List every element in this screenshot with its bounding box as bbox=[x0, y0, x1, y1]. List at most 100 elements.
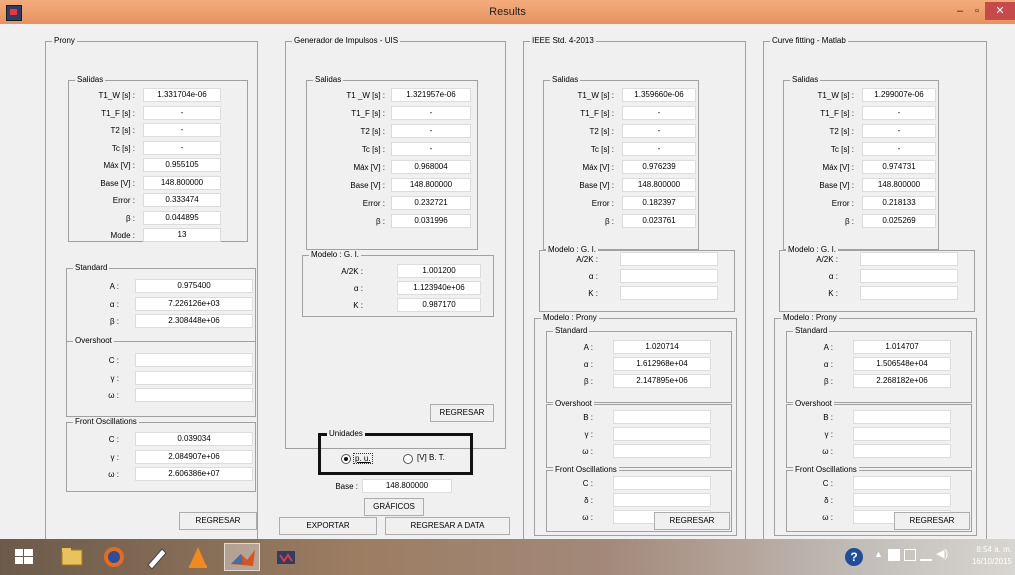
help-icon[interactable]: ? bbox=[836, 543, 872, 571]
app-window-icon[interactable] bbox=[268, 543, 304, 571]
value-field[interactable]: 1.506548e+04 bbox=[853, 357, 951, 371]
value-field[interactable] bbox=[853, 410, 951, 424]
value-field[interactable]: 1.299007e-06 bbox=[862, 88, 936, 102]
value-field[interactable]: - bbox=[622, 106, 696, 120]
value-field[interactable]: 0.031996 bbox=[391, 214, 471, 228]
svg-text:?: ? bbox=[850, 550, 857, 564]
base-field[interactable]: 148.800000 bbox=[362, 479, 452, 493]
close-button[interactable]: ✕ bbox=[985, 2, 1015, 20]
regresar-a-data-button[interactable]: REGRESAR A DATA bbox=[385, 517, 510, 535]
value-field[interactable] bbox=[613, 493, 711, 507]
value-field[interactable]: - bbox=[391, 124, 471, 138]
value-field[interactable] bbox=[853, 493, 951, 507]
value-field[interactable]: 0.974731 bbox=[862, 160, 936, 174]
value-field[interactable] bbox=[135, 388, 253, 402]
value-field[interactable]: 0.955105 bbox=[143, 158, 221, 172]
curve-overshoot-group-title: Overshoot bbox=[793, 399, 834, 409]
value-field[interactable] bbox=[860, 286, 958, 300]
volume-icon[interactable]: ◀) bbox=[936, 547, 950, 561]
network-icon[interactable] bbox=[920, 549, 932, 561]
value-field[interactable]: 148.800000 bbox=[862, 178, 936, 192]
value-field[interactable]: 0.976239 bbox=[622, 160, 696, 174]
value-field[interactable]: - bbox=[143, 105, 221, 120]
value-field[interactable]: 148.800000 bbox=[391, 178, 471, 192]
value-field[interactable]: 2.606386e+07 bbox=[135, 467, 253, 481]
value-field[interactable]: - bbox=[391, 106, 471, 120]
row-label: K : bbox=[353, 301, 363, 310]
value-field[interactable]: 13 bbox=[143, 228, 221, 242]
flag-icon[interactable] bbox=[888, 549, 900, 561]
value-field[interactable] bbox=[860, 269, 958, 283]
value-field[interactable]: 2.268182e+06 bbox=[853, 374, 951, 388]
value-field[interactable] bbox=[613, 476, 711, 490]
start-icon[interactable] bbox=[6, 543, 42, 571]
value-field[interactable] bbox=[620, 286, 718, 300]
minimize-button[interactable]: – bbox=[950, 2, 970, 20]
value-field[interactable] bbox=[620, 269, 718, 283]
value-field[interactable] bbox=[853, 476, 951, 490]
file-explorer-icon[interactable] bbox=[54, 543, 90, 571]
vlc-icon[interactable] bbox=[180, 543, 216, 571]
row-label: C : bbox=[108, 356, 119, 365]
row-label: Máx [V] : bbox=[582, 163, 614, 172]
value-field[interactable] bbox=[853, 427, 951, 441]
value-field[interactable]: 1.123940e+06 bbox=[397, 281, 481, 295]
value-field[interactable]: 0.968004 bbox=[391, 160, 471, 174]
value-field[interactable]: 0.023761 bbox=[622, 214, 696, 228]
curve-regresar-button[interactable]: REGRESAR bbox=[894, 512, 970, 530]
prony-regresar-button[interactable]: REGRESAR bbox=[179, 512, 257, 530]
value-field[interactable]: 148.800000 bbox=[622, 178, 696, 192]
radio-vbt[interactable] bbox=[403, 454, 413, 464]
graficos-button[interactable]: GRÁFICOS bbox=[364, 498, 424, 516]
value-field[interactable]: 0.025269 bbox=[862, 214, 936, 228]
value-field[interactable]: 1.331704e-06 bbox=[143, 88, 221, 102]
value-field[interactable] bbox=[613, 444, 711, 458]
matlab-taskbar-icon[interactable] bbox=[224, 543, 260, 571]
restore-button[interactable]: ▫ bbox=[968, 2, 986, 20]
value-field[interactable]: 1.612968e+04 bbox=[613, 357, 711, 371]
value-field[interactable]: - bbox=[143, 140, 221, 155]
value-field[interactable]: - bbox=[622, 142, 696, 156]
value-field[interactable]: 1.321957e-06 bbox=[391, 88, 471, 102]
value-field[interactable] bbox=[135, 353, 253, 367]
generador-regresar-button[interactable]: REGRESAR bbox=[430, 404, 494, 422]
value-field[interactable]: 0.975400 bbox=[135, 279, 253, 293]
value-field[interactable]: 2.308448e+06 bbox=[135, 314, 253, 328]
value-field[interactable]: - bbox=[862, 106, 936, 120]
value-field[interactable]: 0.218133 bbox=[862, 196, 936, 210]
pencil-tool-icon[interactable] bbox=[138, 543, 174, 571]
value-field[interactable]: 1.020714 bbox=[613, 340, 711, 354]
value-field[interactable] bbox=[135, 370, 253, 385]
clock[interactable]: 8:54 a. m. 16/10/2015 bbox=[960, 544, 1012, 568]
value-field[interactable] bbox=[620, 252, 718, 266]
battery-icon[interactable] bbox=[904, 549, 916, 561]
value-field[interactable] bbox=[613, 410, 711, 424]
value-field[interactable]: - bbox=[862, 124, 936, 138]
value-field[interactable]: - bbox=[143, 123, 221, 137]
value-field[interactable]: 0.182397 bbox=[622, 196, 696, 210]
value-field[interactable]: 1.001200 bbox=[397, 264, 481, 278]
row-label: β : bbox=[375, 217, 385, 226]
value-field[interactable] bbox=[860, 252, 958, 266]
value-field[interactable]: 0.987170 bbox=[397, 298, 481, 312]
value-field[interactable]: 2.084907e+06 bbox=[135, 449, 253, 464]
exportar-button[interactable]: EXPORTAR bbox=[279, 517, 377, 535]
firefox-icon[interactable] bbox=[96, 543, 132, 571]
radio-pu[interactable] bbox=[341, 454, 351, 464]
value-field[interactable]: 0.232721 bbox=[391, 196, 471, 210]
value-field[interactable]: 0.039034 bbox=[135, 432, 253, 446]
show-hidden-icons-icon[interactable]: ▲ bbox=[874, 549, 884, 561]
value-field[interactable]: - bbox=[862, 142, 936, 156]
value-field[interactable]: 1.014707 bbox=[853, 340, 951, 354]
value-field[interactable]: 0.333474 bbox=[143, 193, 221, 207]
value-field[interactable] bbox=[613, 427, 711, 441]
ieee-regresar-button[interactable]: REGRESAR bbox=[654, 512, 730, 530]
value-field[interactable]: - bbox=[391, 142, 471, 156]
value-field[interactable]: 2.147895e+06 bbox=[613, 374, 711, 388]
value-field[interactable]: 148.800000 bbox=[143, 175, 221, 190]
value-field[interactable]: - bbox=[622, 124, 696, 138]
value-field[interactable] bbox=[853, 444, 951, 458]
value-field[interactable]: 0.044895 bbox=[143, 210, 221, 225]
value-field[interactable]: 7.226126e+03 bbox=[135, 296, 253, 311]
value-field[interactable]: 1.359660e-06 bbox=[622, 88, 696, 102]
